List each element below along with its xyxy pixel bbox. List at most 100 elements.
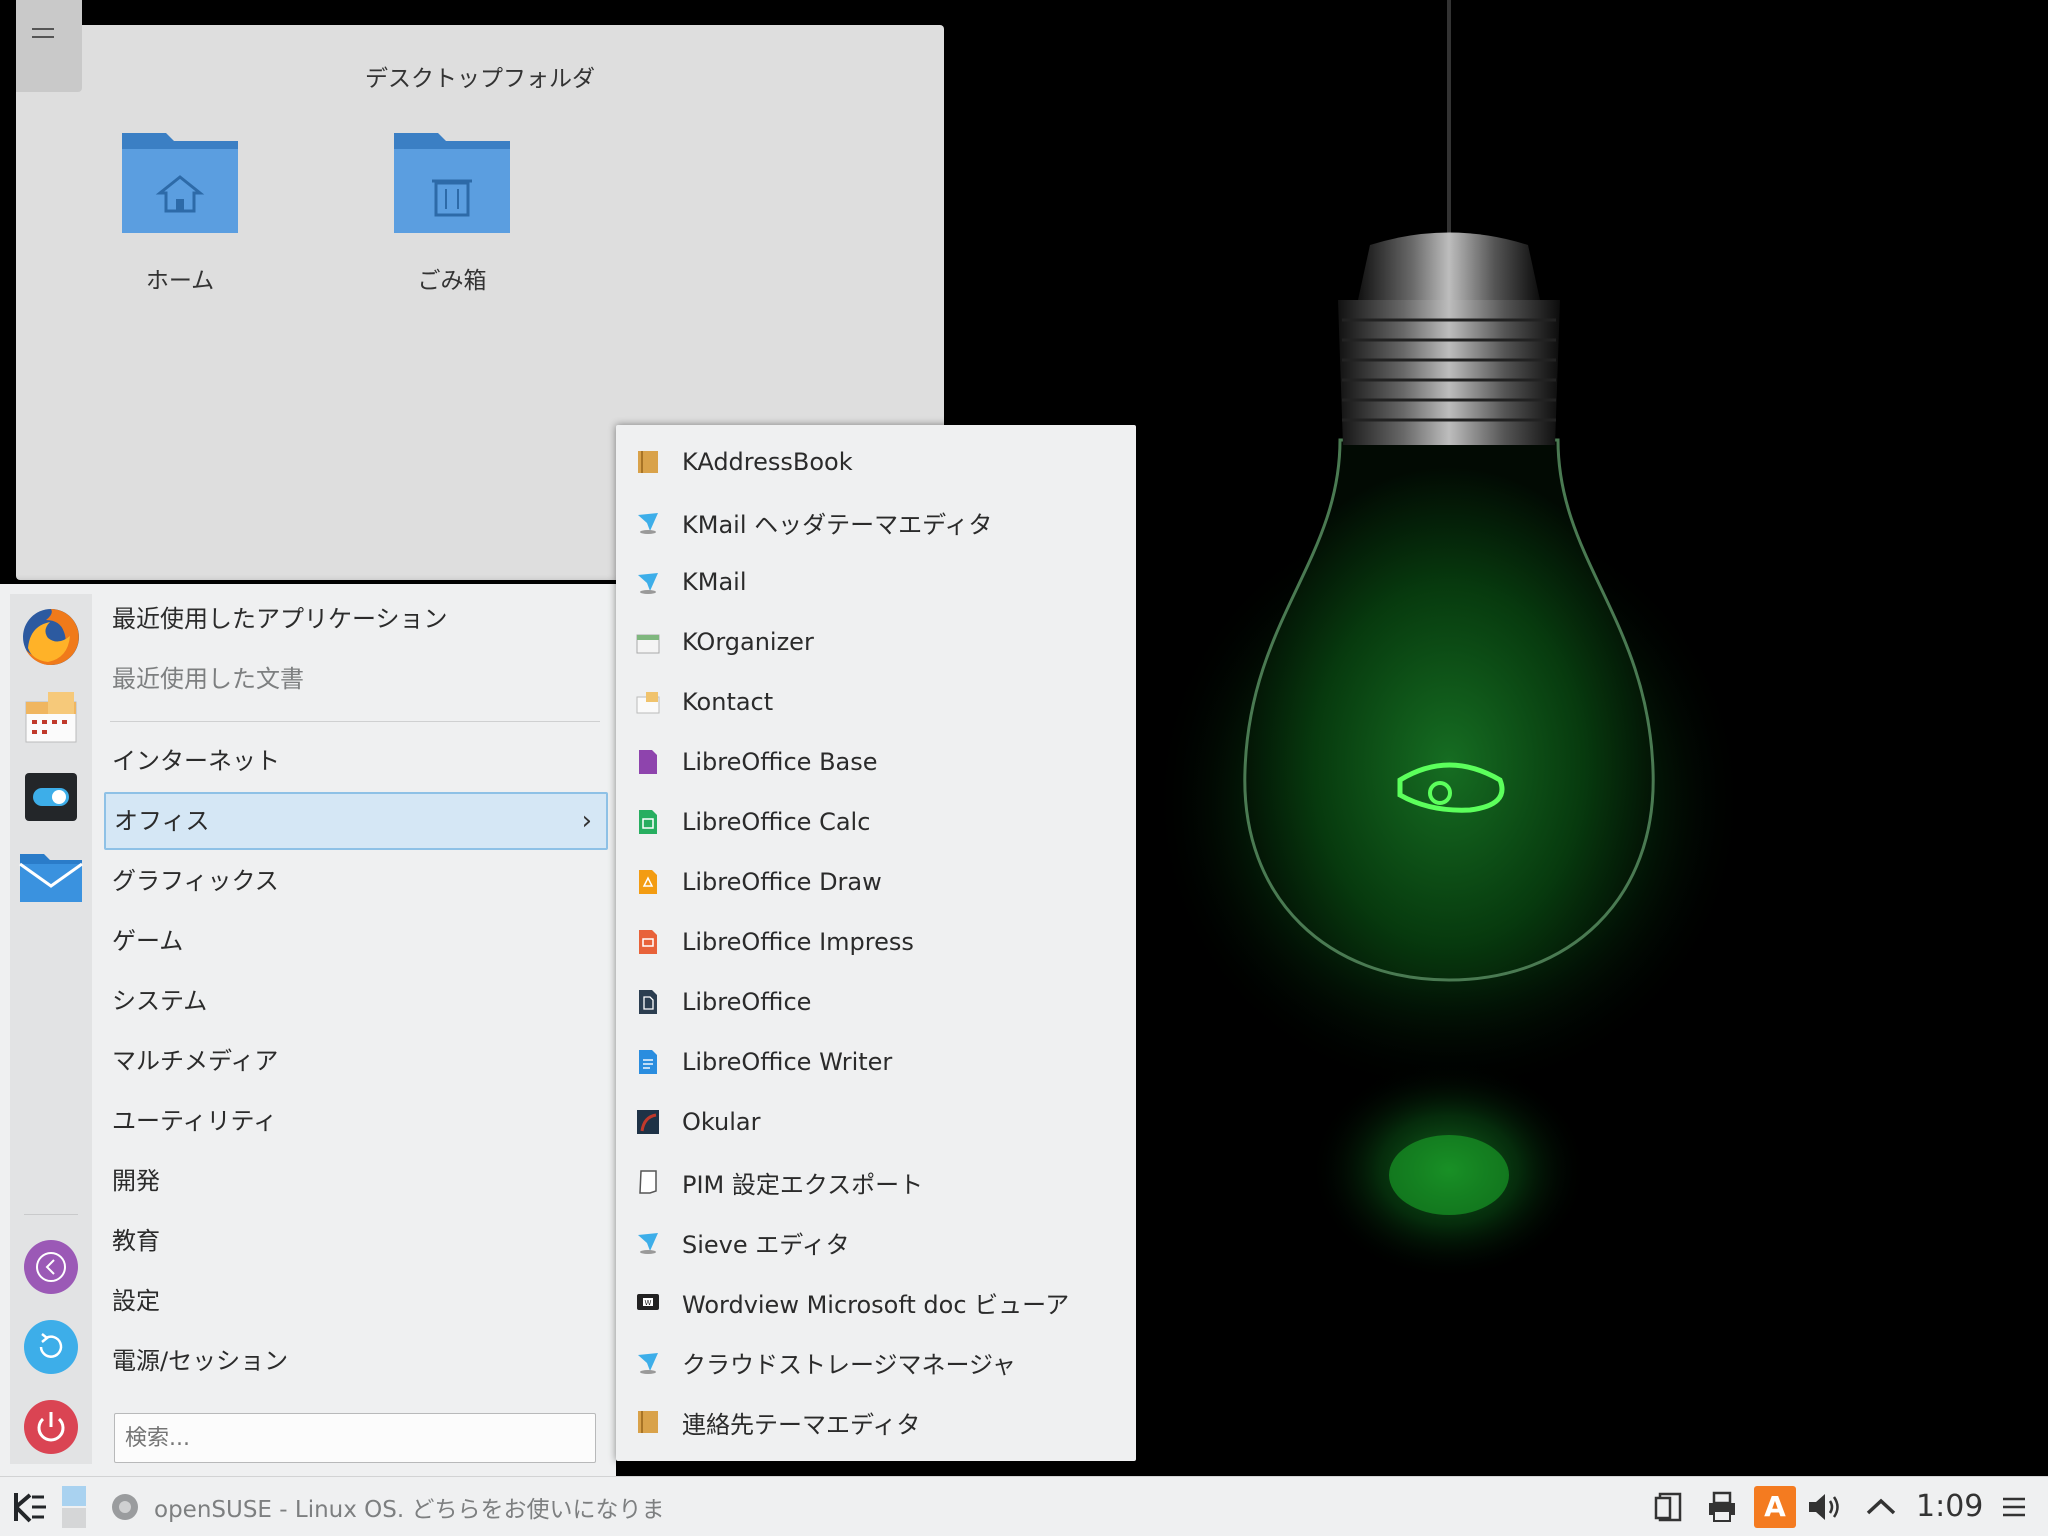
browser-task-icon xyxy=(112,1493,138,1520)
category-label: オフィス xyxy=(114,807,210,835)
wordview-icon: W xyxy=(637,1294,659,1310)
menu-item-label: KOrganizer xyxy=(682,628,814,656)
menu-item-kontact[interactable]: Kontact xyxy=(616,673,1136,731)
category-office[interactable]: オフィス › xyxy=(104,792,608,850)
menu-item-kmail-header-theme-editor[interactable]: KMail ヘッダテーマエディタ xyxy=(616,493,1136,551)
favorite-firefox[interactable] xyxy=(18,604,84,670)
menu-item-sieve-editor[interactable]: Sieve エディタ xyxy=(616,1213,1136,1271)
favorites-sidebar xyxy=(10,594,92,1464)
clock-time: 1:09 xyxy=(1916,1489,1984,1524)
menu-item-libreoffice-base[interactable]: LibreOffice Base xyxy=(616,733,1136,791)
volume-tray-button[interactable] xyxy=(1806,1477,1846,1536)
category-education[interactable]: 教育 xyxy=(104,1212,608,1270)
svg-text:W: W xyxy=(645,1299,652,1307)
printer-tray-button[interactable] xyxy=(1706,1477,1738,1536)
desktop-icon-home[interactable]: ホーム xyxy=(100,127,260,295)
taskbar: openSUSE - Linux OS. どちらをお使いになりま A 1:09 xyxy=(0,1476,2048,1536)
restart-button[interactable] xyxy=(18,1314,84,1380)
category-multimedia[interactable]: マルチメディア xyxy=(104,1032,608,1090)
menu-item-label: LibreOffice Draw xyxy=(682,868,882,896)
panel-menu-icon xyxy=(2003,1497,2025,1516)
chevron-right-icon: › xyxy=(581,806,592,836)
category-development[interactable]: 開発 xyxy=(104,1152,608,1210)
trash-folder-icon xyxy=(394,133,510,233)
menu-item-contact-theme-editor[interactable]: 連絡先テーマエディタ xyxy=(616,1393,1136,1451)
virtual-desktop-icon xyxy=(62,1485,86,1528)
leave-button[interactable] xyxy=(18,1234,84,1300)
kmail-icon xyxy=(638,513,658,534)
menu-item-label: LibreOffice Writer xyxy=(682,1048,893,1076)
input-method-tray-button[interactable]: A xyxy=(1754,1477,1796,1536)
application-launcher-button[interactable] xyxy=(10,1477,50,1536)
libreoffice-base-icon xyxy=(639,750,657,774)
menu-item-kaddressbook[interactable]: KAddressBook xyxy=(616,433,1136,491)
virtual-desktop-pager[interactable] xyxy=(60,1477,88,1536)
favorite-mail[interactable] xyxy=(18,844,84,910)
category-system[interactable]: システム xyxy=(104,972,608,1030)
menu-item-label: LibreOffice xyxy=(682,988,812,1016)
menu-item-cloud-storage-manager[interactable]: クラウドストレージマネージャ xyxy=(616,1333,1136,1391)
menu-item-wordview[interactable]: W Wordview Microsoft doc ビューア xyxy=(616,1273,1136,1331)
favorites-divider xyxy=(24,1214,78,1215)
recent-applications[interactable]: 最近使用したアプリケーション xyxy=(104,590,608,648)
calendar-icon xyxy=(25,692,77,743)
favorite-calendar[interactable] xyxy=(18,684,84,750)
hamburger-line-icon xyxy=(32,36,54,38)
okular-icon xyxy=(637,1110,659,1134)
kmail-icon xyxy=(638,573,658,594)
category-internet[interactable]: インターネット xyxy=(104,732,608,790)
libreoffice-writer-icon xyxy=(639,1050,657,1074)
menu-item-label: Kontact xyxy=(682,688,774,716)
menu-item-label: LibreOffice Impress xyxy=(682,928,914,956)
volume-icon xyxy=(1809,1493,1839,1520)
menu-item-label: KMail ヘッダテーマエディタ xyxy=(682,510,993,539)
category-utilities[interactable]: ユーティリティ xyxy=(104,1092,608,1150)
menu-item-kmail[interactable]: KMail xyxy=(616,553,1136,611)
expand-tray-button[interactable] xyxy=(1864,1477,1898,1536)
menu-item-korganizer[interactable]: KOrganizer xyxy=(616,613,1136,671)
menu-item-libreoffice-writer[interactable]: LibreOffice Writer xyxy=(616,1033,1136,1091)
shutdown-button[interactable] xyxy=(18,1394,84,1460)
document-outline-icon xyxy=(639,1170,657,1194)
libreoffice-calc-icon xyxy=(639,810,657,834)
favorite-system-settings[interactable] xyxy=(18,764,84,830)
home-folder-icon xyxy=(122,133,238,233)
menu-item-okular[interactable]: Okular xyxy=(616,1093,1136,1151)
libreoffice-icon xyxy=(639,990,657,1014)
address-book-icon xyxy=(638,1411,658,1433)
menu-item-label: KMail xyxy=(682,568,747,596)
desktop-icon-trash[interactable]: ごみ箱 xyxy=(372,127,532,295)
mail-icon xyxy=(19,854,83,902)
menu-item-libreoffice-impress[interactable]: LibreOffice Impress xyxy=(616,913,1136,971)
address-book-icon xyxy=(638,451,658,473)
category-settings[interactable]: 設定 xyxy=(104,1272,608,1330)
digital-clock[interactable]: 1:09 xyxy=(1916,1477,1983,1536)
office-submenu: KAddressBook KMail ヘッダテーマエディタ KMail KOrg… xyxy=(616,425,1136,1461)
search-input[interactable] xyxy=(114,1413,596,1463)
menu-item-libreoffice-calc[interactable]: LibreOffice Calc xyxy=(616,793,1136,851)
menu-item-libreoffice[interactable]: LibreOffice xyxy=(616,973,1136,1031)
category-graphics[interactable]: グラフィックス xyxy=(104,852,608,910)
toggle-settings-icon xyxy=(25,773,77,821)
category-power-session[interactable]: 電源/セッション xyxy=(104,1332,608,1390)
printer-icon xyxy=(1709,1491,1735,1522)
category-games[interactable]: ゲーム xyxy=(104,912,608,970)
power-icon xyxy=(24,1400,78,1454)
menu-item-label: KAddressBook xyxy=(682,448,853,476)
firefox-icon xyxy=(23,609,79,665)
menu-item-libreoffice-draw[interactable]: LibreOffice Draw xyxy=(616,853,1136,911)
libreoffice-impress-icon xyxy=(639,930,657,954)
task-item-opensuse[interactable]: openSUSE - Linux OS. どちらをお使いになりま xyxy=(110,1477,665,1536)
menu-item-label: LibreOffice Base xyxy=(682,748,878,776)
cloud-storage-icon xyxy=(638,1353,658,1374)
korganizer-icon xyxy=(636,634,660,654)
menu-item-pim-settings-export[interactable]: PIM 設定エクスポート xyxy=(616,1153,1136,1211)
clipboard-tray-button[interactable] xyxy=(1654,1477,1686,1536)
kontact-icon xyxy=(636,692,660,714)
menu-item-label: 連絡先テーマエディタ xyxy=(682,1410,921,1439)
launcher-separator xyxy=(110,721,600,722)
leave-icon xyxy=(24,1240,78,1294)
menu-item-label: Wordview Microsoft doc ビューア xyxy=(682,1290,1070,1319)
panel-menu-button[interactable] xyxy=(2000,1477,2028,1536)
recent-documents[interactable]: 最近使用した文書 xyxy=(104,650,608,708)
